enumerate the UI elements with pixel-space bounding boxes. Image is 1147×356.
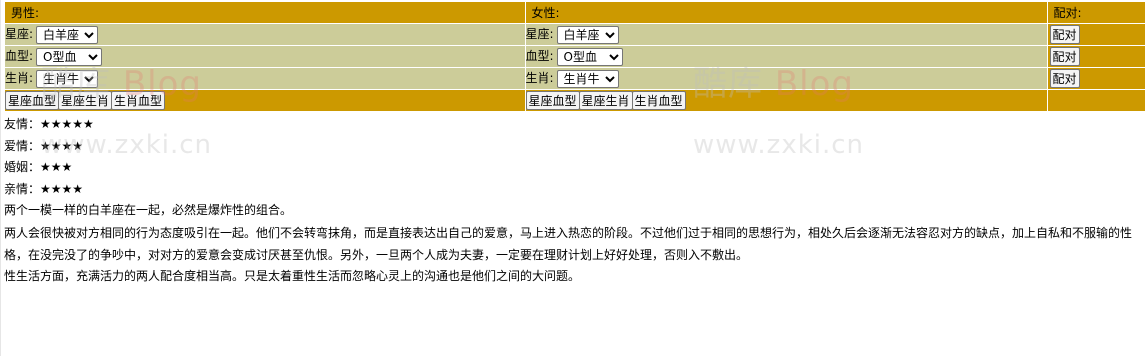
description-text: 两人会很快被对方相同的行为态度吸引在一起。他们不会转弯抹角，而是直接表达出自己的… [4, 225, 1133, 262]
male-zodiac-select[interactable]: 白羊座 [36, 25, 99, 44]
male-blood-cell: 血型: O型血 [5, 45, 526, 68]
sexual-text: 性生活方面，充满活力的两人配合度相当高。只是太着重性生活而忽略心灵上的沟通也是他… [4, 268, 581, 283]
female-sign-blood-button[interactable]: 生肖血型 [631, 91, 686, 110]
blood-row: 血型: O型血 血型: O型血 配对 [5, 45, 1146, 68]
zodiac-pair-button[interactable]: 配对 [1049, 25, 1080, 44]
female-combo-cell: 星座血型 星座生肖 生肖血型 [525, 89, 1048, 112]
page: 男性: 女性: 配对: 星座: 白羊座 星座: 白羊座 配对 血型: O型血 血型: O… [0, 0, 1147, 356]
female-zodiac-cell: 星座: 白羊座 [525, 23, 1048, 46]
pair-header-label: 配对: [1053, 6, 1082, 20]
results-panel: 友情：★★★★★ 爱情：★★★★ 婚姻：★★★ 亲情：★★★★ 两个一模一样的白… [4, 114, 1144, 287]
love-rating: 爱情：★★★★ [4, 138, 84, 153]
pair-header: 配对: [1047, 2, 1146, 24]
male-zodiac-blood-button[interactable]: 星座血型 [5, 91, 60, 110]
male-sign-label: 生肖: [5, 71, 34, 86]
female-blood-cell: 血型: O型血 [525, 45, 1048, 68]
sign-row: 生肖: 生肖牛 生肖: 生肖牛 配对 [5, 67, 1146, 90]
female-zodiac-select[interactable]: 白羊座 [556, 25, 619, 44]
male-sign-select[interactable]: 生肖牛 [36, 69, 99, 88]
male-combo-cell: 星座血型 星座生肖 生肖血型 [5, 89, 526, 112]
combo-empty-cell [1047, 89, 1146, 112]
blood-pair-cell: 配对 [1047, 45, 1146, 68]
blood-pair-button[interactable]: 配对 [1049, 47, 1080, 66]
male-sign-blood-button[interactable]: 生肖血型 [111, 91, 166, 110]
sign-pair-cell: 配对 [1047, 67, 1146, 90]
male-blood-label: 血型: [5, 49, 34, 64]
friendship-rating: 友情：★★★★★ [4, 117, 94, 131]
female-header-label: 女性: [531, 6, 560, 20]
female-zodiac-sign-button[interactable]: 星座生肖 [578, 91, 633, 110]
sign-pair-button[interactable]: 配对 [1049, 69, 1080, 88]
male-header-label: 男性: [11, 6, 40, 20]
header-row: 男性: 女性: 配对: [5, 2, 1146, 24]
male-zodiac-cell: 星座: 白羊座 [5, 23, 526, 46]
zodiac-row: 星座: 白羊座 星座: 白羊座 配对 [5, 23, 1146, 46]
female-sign-cell: 生肖: 生肖牛 [525, 67, 1048, 90]
combo-row: 星座血型 星座生肖 生肖血型 星座血型 星座生肖 生肖血型 [5, 89, 1146, 112]
female-sign-select[interactable]: 生肖牛 [556, 69, 619, 88]
male-blood-select[interactable]: O型血 [36, 47, 103, 66]
female-zodiac-blood-button[interactable]: 星座血型 [525, 91, 580, 110]
female-zodiac-label: 星座: [525, 27, 554, 42]
male-sign-cell: 生肖: 生肖牛 [5, 67, 526, 90]
female-header: 女性: [525, 2, 1048, 24]
male-header: 男性: [5, 2, 526, 24]
female-blood-select[interactable]: O型血 [556, 47, 623, 66]
male-zodiac-sign-button[interactable]: 星座生肖 [58, 91, 113, 110]
zodiac-pair-cell: 配对 [1047, 23, 1146, 46]
summary-text: 两个一模一样的白羊座在一起，必然是爆炸性的组合。 [4, 203, 293, 217]
match-table: 男性: 女性: 配对: 星座: 白羊座 星座: 白羊座 配对 血型: O型血 血型: O… [5, 2, 1146, 112]
family-rating: 亲情：★★★★ [4, 181, 84, 196]
female-sign-label: 生肖: [525, 71, 554, 86]
female-blood-label: 血型: [525, 49, 554, 64]
marriage-rating: 婚姻：★★★ [4, 160, 73, 174]
male-zodiac-label: 星座: [5, 27, 34, 42]
